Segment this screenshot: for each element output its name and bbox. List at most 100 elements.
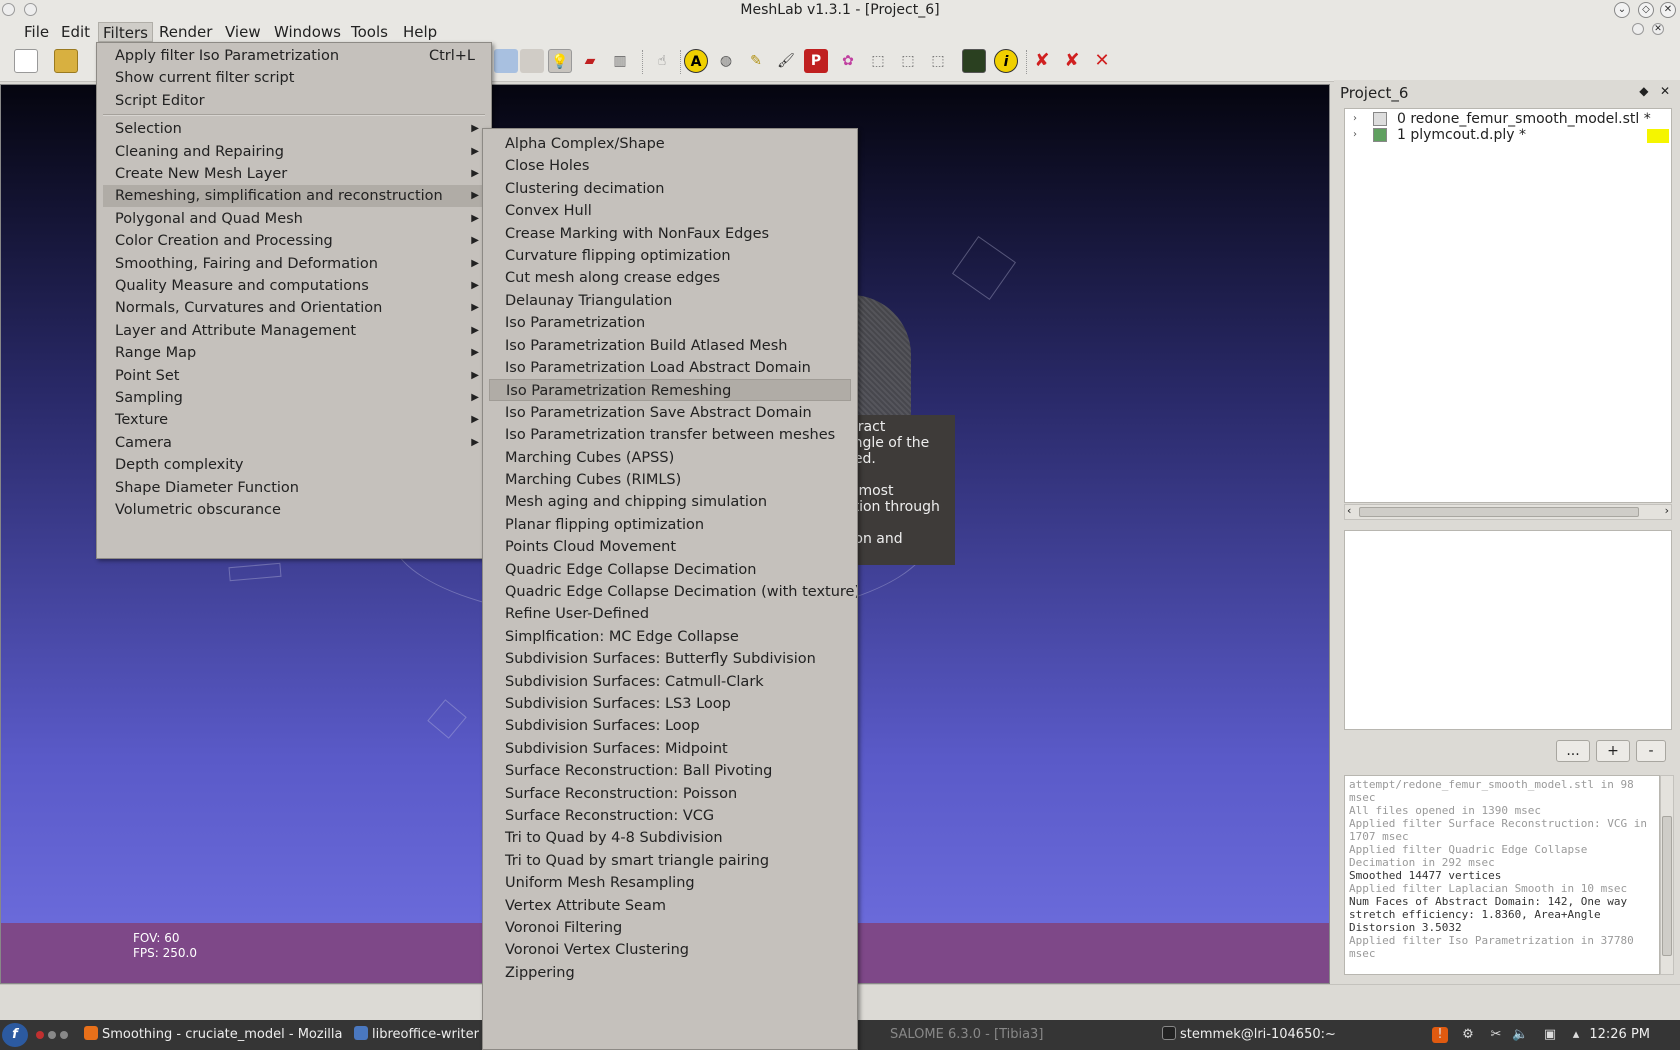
remesh-menu-item-alpha-complex-shape[interactable]: Alpha Complex/Shape [489,133,851,155]
delete-vertices-icon[interactable]: ✘ [1030,49,1054,73]
remesh-menu-item-simplfication-mc-edge-collapse[interactable]: Simplfication: MC Edge Collapse [489,626,851,648]
double-side-icon[interactable]: ▥ [608,49,632,73]
remesh-menu-item-refine-user-defined[interactable]: Refine User-Defined [489,603,851,625]
minimize-icon[interactable]: ⌄ [1614,2,1630,18]
remesh-menu-item-vertex-attribute-seam[interactable]: Vertex Attribute Seam [489,895,851,917]
select-faces-icon[interactable]: ⬚ [866,49,890,73]
maximize-icon[interactable]: ◇ [1638,2,1654,18]
remesh-menu-item-points-cloud-movement[interactable]: Points Cloud Movement [489,536,851,558]
remesh-menu-item-iso-parametrization-build-atlased-mesh[interactable]: Iso Parametrization Build Atlased Mesh [489,335,851,357]
workspace-3-icon[interactable] [60,1031,68,1039]
remesh-menu-item-iso-parametrization-load-abstract-domain[interactable]: Iso Parametrization Load Abstract Domain [489,357,851,379]
light-bulb-icon[interactable]: 💡 [548,49,572,73]
filters-menu-item-remeshing-simplification-and-reconstruction[interactable]: Remeshing, simplification and reconstruc… [103,185,485,208]
layer-icon[interactable] [494,49,518,73]
remove-button[interactable]: - [1636,740,1666,762]
filters-menu-item-selection[interactable]: Selection ▶ [103,118,485,140]
remesh-menu-item-uniform-mesh-resampling[interactable]: Uniform Mesh Resampling [489,872,851,894]
filters-menu-item-range-map[interactable]: Range Map ▶ [103,342,485,364]
manipulator-icon[interactable]: ☝ [650,49,674,73]
remesh-menu-item-iso-parametrization-transfer-between-meshes[interactable]: Iso Parametrization transfer between mes… [489,424,851,446]
window-sticky-icon[interactable] [24,3,37,16]
filters-menu-item-show-current-filter-script[interactable]: Show current filter script [103,67,485,89]
select-vertices-icon[interactable]: ⬚ [896,49,920,73]
menu-windows[interactable]: Windows [270,22,345,42]
remesh-menu-item-tri-to-quad-by-4-8-subdivision[interactable]: Tri to Quad by 4-8 Subdivision [489,827,851,849]
remesh-menu-item-surface-reconstruction-poisson[interactable]: Surface Reconstruction: Poisson [489,783,851,805]
remesh-menu-item-subdivision-surfaces-butterfly-subdivision[interactable]: Subdivision Surfaces: Butterfly Subdivis… [489,648,851,670]
layer-visibility-icon[interactable] [1373,128,1387,142]
task-firefox[interactable]: Smoothing - cruciate_model - Mozilla [80,1024,342,1046]
filters-menu-item-create-new-mesh-layer[interactable]: Create New Mesh Layer ▶ [103,163,485,185]
shading-icon[interactable] [520,49,544,73]
expand-icon[interactable]: › [1353,127,1357,143]
filters-menu-item-texture[interactable]: Texture ▶ [103,409,485,431]
filters-menu-item-point-set[interactable]: Point Set ▶ [103,365,485,387]
remesh-menu-item-marching-cubes-apss[interactable]: Marching Cubes (APSS) [489,447,851,469]
float-panel-icon[interactable]: ◆ [1639,84,1648,98]
task-salome[interactable]: SALOME 6.3.0 - [Tibia3] [886,1024,1076,1046]
remesh-menu-item-convex-hull[interactable]: Convex Hull [489,200,851,222]
delete-faces-icon[interactable]: ✘ [1060,49,1084,73]
filters-menu-item-volumetric-obscurance[interactable]: Volumetric obscurance [103,499,485,521]
menu-view[interactable]: View [221,22,265,42]
brush-icon[interactable]: 🖌 [774,49,798,73]
remesh-menu-item-quadric-edge-collapse-decimation[interactable]: Quadric Edge Collapse Decimation [489,559,851,581]
pick-points-icon[interactable]: P [804,49,828,73]
menu-edit[interactable]: Edit [57,22,94,42]
filters-menu-item-camera[interactable]: Camera ▶ [103,432,485,454]
remesh-menu-item-iso-parametrization-save-abstract-domain[interactable]: Iso Parametrization Save Abstract Domain [489,402,851,424]
remesh-menu-item-voronoi-filtering[interactable]: Voronoi Filtering [489,917,851,939]
scroll-left-icon[interactable]: ‹ [1347,504,1351,517]
close-window-icon[interactable]: ✕ [1660,2,1676,18]
task-terminal[interactable]: stemmek@lri-104650:~ [1158,1024,1348,1046]
more-button[interactable]: ... [1556,740,1590,762]
alert-icon[interactable]: ! [1432,1027,1448,1043]
close-panel-icon[interactable]: ✕ [1660,84,1670,98]
filters-menu-item-polygonal-and-quad-mesh[interactable]: Polygonal and Quad Mesh ▶ [103,208,485,230]
remesh-menu-item-quadric-edge-collapse-decimation-with-texture[interactable]: Quadric Edge Collapse Decimation (with t… [489,581,857,603]
filters-menu-item-normals-curvatures-and-orientation[interactable]: Normals, Curvatures and Orientation ▶ [103,297,485,319]
workspace-2-icon[interactable] [48,1031,56,1039]
raster-icon[interactable] [962,49,986,73]
scroll-right-icon[interactable]: › [1665,504,1669,517]
layer-horizontal-scrollbar[interactable]: ‹ › [1344,504,1672,520]
new-project-icon[interactable] [14,49,38,73]
remesh-menu-item-iso-parametrization-remeshing[interactable]: Iso Parametrization Remeshing [489,379,851,402]
filters-menu-item-sampling[interactable]: Sampling ▶ [103,387,485,409]
filters-menu-item-script-editor[interactable]: Script Editor [103,90,485,112]
tray-expand-icon[interactable]: ▴ [1568,1027,1584,1043]
clock[interactable]: 12:26 PM [1589,1024,1650,1046]
workspace-1-icon[interactable] [36,1031,44,1039]
remesh-menu-item-marching-cubes-rimls[interactable]: Marching Cubes (RIMLS) [489,469,851,491]
menu-tools[interactable]: Tools [347,22,392,42]
scissors-icon[interactable]: ✂ [1488,1027,1504,1043]
backface-icon[interactable]: ▰ [578,49,602,73]
filters-menu-item-layer-and-attribute-management[interactable]: Layer and Attribute Management ▶ [103,320,485,342]
remesh-menu-item-voronoi-vertex-clustering[interactable]: Voronoi Vertex Clustering [489,939,851,961]
remesh-menu-item-surface-reconstruction-ball-pivoting[interactable]: Surface Reconstruction: Ball Pivoting [489,760,851,782]
remesh-menu-item-subdivision-surfaces-ls3-loop[interactable]: Subdivision Surfaces: LS3 Loop [489,693,851,715]
restore-icon[interactable] [1632,23,1644,35]
task-libreoffice[interactable]: libreoffice-writer [350,1024,480,1046]
remesh-menu-item-iso-parametrization[interactable]: Iso Parametrization [489,312,851,334]
remesh-menu-item-tri-to-quad-by-smart-triangle-pairing[interactable]: Tri to Quad by smart triangle pairing [489,850,851,872]
filters-menu-item-color-creation-and-processing[interactable]: Color Creation and Processing ▶ [103,230,485,252]
remesh-menu-item-zippering[interactable]: Zippering [489,962,851,984]
network-icon[interactable]: ▣ [1542,1027,1558,1043]
select-component-icon[interactable]: ⬚ [926,49,950,73]
remesh-menu-item-subdivision-surfaces-midpoint[interactable]: Subdivision Surfaces: Midpoint [489,738,851,760]
remesh-menu-item-subdivision-surfaces-catmull-clark[interactable]: Subdivision Surfaces: Catmull-Clark [489,671,851,693]
filters-menu-item-quality-measure-and-computations[interactable]: Quality Measure and computations ▶ [103,275,485,297]
filters-menu-item-depth-complexity[interactable]: Depth complexity [103,454,485,476]
layer-row[interactable]: › 0 redone_femur_smooth_model.stl * [1345,111,1671,127]
remesh-menu-item-delaunay-triangulation[interactable]: Delaunay Triangulation [489,290,851,312]
remesh-menu-item-subdivision-surfaces-loop[interactable]: Subdivision Surfaces: Loop [489,715,851,737]
menu-help[interactable]: Help [399,22,441,42]
layer-visibility-icon[interactable] [1373,112,1387,126]
layer-row[interactable]: › 1 plymcout.d.ply * [1345,127,1671,143]
window-menu-icon[interactable] [2,3,15,16]
start-menu-icon[interactable]: f [2,1023,28,1047]
color-icon[interactable]: ✿ [836,49,860,73]
filters-menu-item-smoothing-fairing-and-deformation[interactable]: Smoothing, Fairing and Deformation ▶ [103,253,485,275]
